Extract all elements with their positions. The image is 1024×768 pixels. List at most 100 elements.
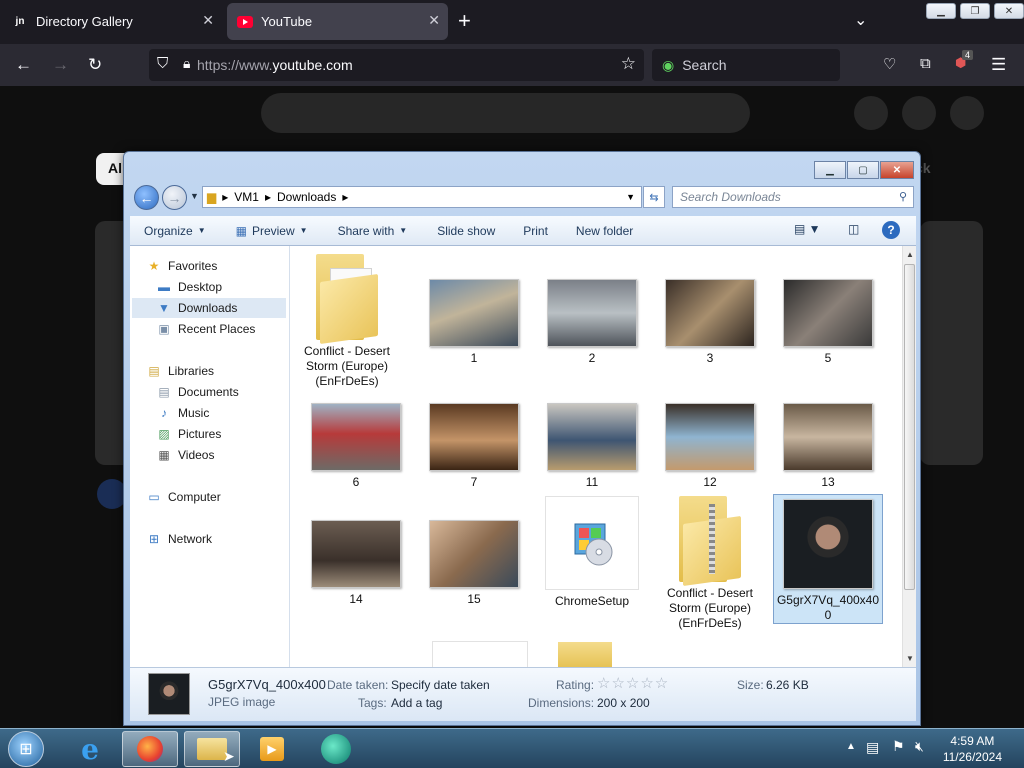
youtube-header-icon[interactable]	[950, 96, 984, 130]
change-view-icon[interactable]: ▤ ▼	[794, 222, 821, 236]
share-with-button[interactable]: Share with ▼	[338, 224, 408, 238]
url-bar[interactable]: ⛉ 🔒︎ https://www.youtube.com ☆	[149, 49, 644, 81]
image-item[interactable]: 3	[655, 279, 765, 366]
print-button[interactable]: Print	[523, 224, 548, 238]
help-icon[interactable]: ?	[882, 221, 900, 239]
system-clock[interactable]: 4:59 AM 11/26/2024	[943, 733, 1002, 765]
refresh-icon[interactable]: ⇆	[643, 186, 665, 208]
image-item-selected[interactable]: G5grX7Vq_400x400	[773, 494, 883, 624]
nav-downloads[interactable]: ▼ Downloads	[132, 298, 286, 318]
reload-icon[interactable]: ↻	[88, 55, 102, 75]
image-item[interactable]: 13	[773, 403, 883, 490]
new-tab-button[interactable]: +	[458, 8, 471, 34]
menu-icon[interactable]: ☰	[991, 55, 1006, 75]
maximize-button[interactable]: ▢	[847, 161, 879, 179]
youtube-card[interactable]	[920, 221, 983, 465]
folder-item[interactable]: Conflict - Desert Storm (Europe) (EnFrDe…	[292, 254, 402, 389]
image-item[interactable]: 12	[655, 403, 765, 490]
breadcrumb-downloads[interactable]: Downloads	[277, 190, 336, 204]
extensions-icon[interactable]: ⧉	[920, 55, 931, 72]
search-icon[interactable]: ⚲	[899, 190, 907, 203]
taskbar-firefox[interactable]	[122, 731, 178, 767]
taskbar-app[interactable]	[308, 731, 364, 767]
partial-item[interactable]	[432, 641, 528, 667]
slide-show-button[interactable]: Slide show	[437, 224, 495, 238]
breadcrumb-arrow-icon[interactable]: ▸	[222, 190, 228, 204]
rating-stars-icon[interactable]: ☆☆☆☆☆	[597, 674, 669, 692]
nav-recent-places[interactable]: ▣ Recent Places	[156, 319, 286, 339]
youtube-header-icon[interactable]	[902, 96, 936, 130]
scroll-up-icon[interactable]: ▲	[906, 250, 914, 259]
address-bar[interactable]: ▆ ▸ VM1 ▸ Downloads ▸ ▼	[202, 186, 642, 208]
image-item[interactable]: 11	[537, 403, 647, 490]
scroll-down-icon[interactable]: ▼	[906, 654, 914, 663]
close-tab-icon[interactable]: ✕	[202, 12, 214, 29]
nav-network[interactable]: ⊞ Network	[146, 529, 304, 549]
list-all-tabs-icon[interactable]: ⌄	[854, 10, 867, 30]
bookmark-star-icon[interactable]: ☆	[621, 54, 636, 74]
media-player-icon: ▶	[260, 737, 284, 761]
forward-arrow-icon[interactable]: →	[52, 55, 69, 75]
minimize-button[interactable]: ▁	[814, 161, 846, 179]
image-item[interactable]: 7	[419, 403, 529, 490]
close-button[interactable]: ✕	[880, 161, 914, 179]
taskbar-explorer[interactable]: ➤	[184, 731, 240, 767]
forward-button[interactable]: →	[162, 185, 187, 210]
youtube-header-icon[interactable]	[854, 96, 888, 130]
show-hidden-icons[interactable]: ▲	[846, 741, 856, 752]
image-item[interactable]: 1	[419, 279, 529, 366]
breadcrumb-arrow-icon[interactable]: ▸	[265, 190, 271, 204]
search-bar[interactable]: ◉ Search	[652, 49, 840, 81]
tab-youtube[interactable]: YouTube ✕	[227, 3, 448, 40]
preview-pane-icon[interactable]: ◫	[848, 222, 859, 236]
partial-folder-icon[interactable]	[558, 642, 612, 667]
nav-computer[interactable]: ▭ Computer	[146, 487, 304, 507]
breadcrumb-arrow-icon[interactable]: ▸	[342, 190, 348, 204]
zip-item[interactable]: Conflict - Desert Storm (Europe) (EnFrDe…	[655, 496, 765, 631]
firefox-icon	[137, 736, 163, 762]
address-dropdown-icon[interactable]: ▼	[626, 192, 635, 202]
nav-documents[interactable]: ▤ Documents	[156, 382, 286, 402]
youtube-search-box[interactable]	[261, 93, 750, 133]
new-folder-button[interactable]: New folder	[576, 224, 633, 238]
taskbar-internet-explorer[interactable]: e	[62, 731, 118, 767]
close-button[interactable]: ✕	[994, 3, 1024, 19]
history-dropdown-icon[interactable]: ▼	[190, 191, 199, 201]
image-item[interactable]: 5	[773, 279, 883, 366]
scroll-thumb[interactable]	[904, 264, 915, 590]
organize-button[interactable]: Organize ▼	[144, 224, 206, 238]
back-arrow-icon[interactable]: ←	[15, 55, 32, 75]
volume-muted-icon[interactable]: 🔇︎	[915, 738, 924, 755]
image-item[interactable]: 15	[419, 520, 529, 607]
tags-label: Tags:	[358, 696, 387, 710]
nav-desktop[interactable]: ▬ Desktop	[156, 277, 286, 297]
lock-icon[interactable]: 🔒︎	[183, 55, 190, 72]
nav-music[interactable]: ♪ Music	[156, 403, 286, 423]
taskbar-media-player[interactable]: ▶	[244, 731, 300, 767]
network-icon[interactable]: ▤	[866, 739, 879, 756]
nav-videos[interactable]: ▦ Videos	[156, 445, 286, 465]
flag-icon[interactable]: ⚑	[892, 738, 905, 755]
tab-directory-gallery[interactable]: jn Directory Gallery ✕	[2, 3, 222, 40]
nav-favorites[interactable]: ★ Favorites	[146, 256, 304, 276]
start-button[interactable]: ⊞	[0, 731, 52, 767]
back-button[interactable]: ←	[134, 185, 159, 210]
image-item[interactable]: 6	[301, 403, 411, 490]
application-item[interactable]: ChromeSetup	[537, 496, 647, 609]
date-taken-value[interactable]: Specify date taken	[391, 678, 490, 692]
nav-pictures[interactable]: ▨ Pictures	[156, 424, 286, 444]
breadcrumb-vm1[interactable]: VM1	[234, 190, 259, 204]
preview-button[interactable]: ▦ Preview ▼	[236, 224, 308, 238]
vertical-scrollbar[interactable]: ▲ ▼	[902, 246, 916, 667]
extension-badge: 4	[962, 50, 974, 60]
close-tab-icon[interactable]: ✕	[428, 12, 440, 29]
minimize-button[interactable]: ▁	[926, 3, 956, 19]
image-item[interactable]: 14	[301, 520, 411, 607]
pocket-icon[interactable]: ♡	[883, 55, 896, 73]
tags-value[interactable]: Add a tag	[391, 696, 442, 710]
image-item[interactable]: 2	[537, 279, 647, 366]
nav-libraries[interactable]: ▤ Libraries	[146, 361, 304, 381]
shield-icon[interactable]: ⛉	[157, 55, 168, 72]
search-downloads-input[interactable]: Search Downloads ⚲	[672, 186, 914, 208]
restore-button[interactable]: ❐	[960, 3, 990, 19]
